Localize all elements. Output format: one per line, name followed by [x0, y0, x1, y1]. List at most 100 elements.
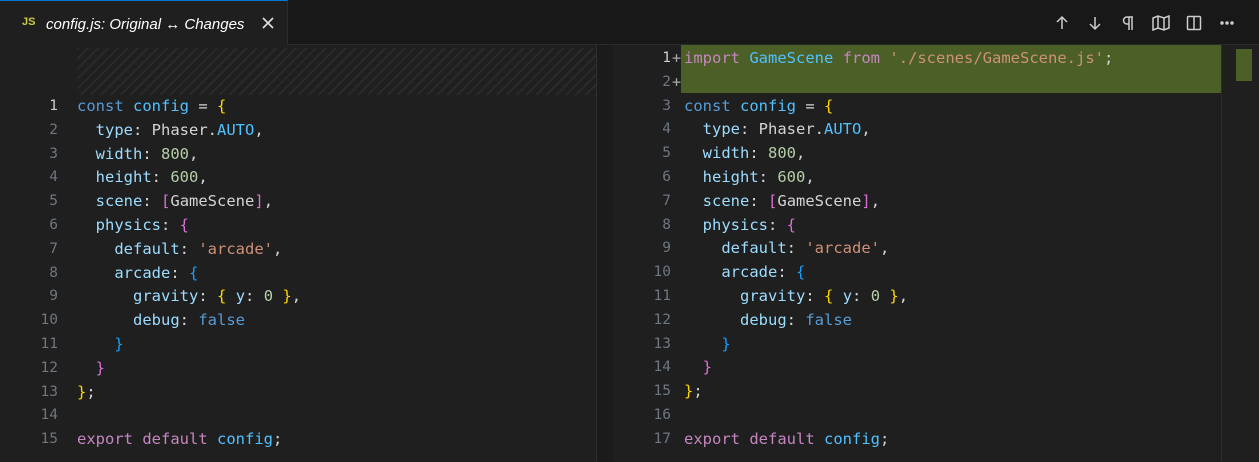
- more-icon[interactable]: [1212, 11, 1241, 35]
- code-text[interactable]: scene: [GameScene],: [77, 189, 273, 213]
- map-icon[interactable]: [1146, 11, 1175, 35]
- code-token: }: [282, 287, 292, 306]
- code-text[interactable]: width: 800,: [684, 141, 806, 165]
- code-text[interactable]: debug: false: [684, 308, 852, 332]
- line-number: 1: [49, 98, 58, 114]
- code-token: }: [702, 358, 713, 377]
- code-token: config: [824, 429, 881, 448]
- code-token: }: [721, 334, 731, 353]
- code-text[interactable]: arcade: {: [684, 260, 805, 284]
- code-text[interactable]: height: 600,: [684, 165, 815, 189]
- line-number: 17: [653, 430, 671, 447]
- tab-config-diff[interactable]: JS config.js: Original ↔ Changes: [0, 0, 288, 45]
- code-token: type: [702, 120, 740, 139]
- arrow-down-icon[interactable]: [1080, 11, 1109, 35]
- close-icon[interactable]: [258, 13, 278, 33]
- code-text[interactable]: physics: {: [684, 213, 796, 237]
- code-text[interactable]: arcade: {: [77, 261, 198, 285]
- arrow-up-icon[interactable]: [1047, 11, 1076, 35]
- code-text[interactable]: }: [77, 356, 105, 380]
- code-line: 8 physics: {: [613, 213, 1259, 237]
- code-token: config: [133, 97, 190, 115]
- code-token: config: [217, 430, 274, 449]
- code-line: 13};: [0, 380, 613, 404]
- code-line: 6 height: 600,: [613, 165, 1259, 189]
- removed-region-placeholder: [77, 48, 612, 95]
- code-token: default: [142, 430, 208, 449]
- code-text[interactable]: }: [77, 332, 123, 356]
- code-text[interactable]: };: [77, 380, 96, 404]
- code-text[interactable]: default: 'arcade',: [684, 236, 889, 260]
- code-text[interactable]: default: 'arcade',: [77, 237, 282, 261]
- code-text[interactable]: }: [684, 355, 712, 379]
- pilcrow-icon[interactable]: [1113, 11, 1142, 35]
- code-token: ,: [198, 168, 208, 187]
- code-token: :: [198, 287, 217, 306]
- code-token: =: [796, 96, 825, 115]
- code-token: :: [749, 144, 769, 163]
- code-token: y: [235, 287, 246, 306]
- code-text[interactable]: import GameScene from './scenes/GameScen…: [684, 46, 1113, 70]
- code-text[interactable]: const config = {: [684, 94, 833, 118]
- code-line: 2 type: Phaser.AUTO,: [0, 118, 613, 142]
- line-number: 7: [49, 240, 58, 257]
- line-number: 15: [40, 431, 58, 448]
- line-number: 2: [662, 73, 671, 90]
- code-token: ,: [805, 168, 815, 186]
- code-text[interactable]: export default config;: [684, 427, 889, 451]
- code-token: './scenes/GameScene.js': [889, 49, 1104, 67]
- code-text[interactable]: const config = {: [77, 94, 226, 118]
- code-text[interactable]: }: [684, 332, 731, 356]
- code-text[interactable]: scene: [GameScene],: [684, 189, 880, 213]
- split-editor-icon[interactable]: [1179, 11, 1208, 35]
- code-text[interactable]: gravity: { y: 0 },: [77, 284, 301, 308]
- code-token: }: [684, 382, 694, 401]
- code-token: width: [702, 144, 750, 163]
- code-token: 800: [161, 144, 190, 163]
- code-token: :: [142, 144, 162, 163]
- code-text[interactable]: width: 800,: [77, 142, 199, 166]
- pane-divider-sash[interactable]: [596, 45, 613, 462]
- code-token: :: [179, 311, 199, 330]
- code-line: 15};: [613, 379, 1259, 403]
- code-token: export: [684, 429, 740, 448]
- code-token: ,: [861, 120, 871, 139]
- code-text[interactable]: type: Phaser.AUTO,: [684, 117, 871, 141]
- code-line: 1 + import GameScene from './scenes/GameSc…: [613, 46, 1259, 70]
- line-number: 11: [40, 336, 58, 352]
- code-text[interactable]: type: Phaser.AUTO,: [77, 118, 264, 142]
- code-text[interactable]: debug: false: [77, 308, 245, 332]
- code-text[interactable]: export default config;: [77, 427, 282, 451]
- code-line: 16: [613, 403, 1259, 427]
- original-editor-pane[interactable]: 1 const config = {2 type: Phaser.AUTO, 3 w…: [0, 45, 613, 462]
- code-line: 15 export default config;: [0, 427, 613, 451]
- line-number: 9: [49, 288, 58, 305]
- added-line-marker: +: [672, 49, 682, 67]
- code-token: : Phaser.: [133, 120, 217, 139]
- code-text[interactable]: height: 600,: [77, 165, 208, 189]
- code-token: ,: [272, 239, 283, 258]
- code-token: 0: [263, 287, 274, 306]
- line-number: 15: [653, 383, 671, 400]
- line-number: 12: [653, 311, 671, 328]
- line-number: 12: [40, 359, 58, 376]
- code-token: scene: [95, 192, 143, 211]
- code-text[interactable]: gravity: { y: 0 },: [684, 284, 908, 308]
- code-token: arcade: [114, 263, 171, 282]
- code-text[interactable]: };: [684, 379, 703, 403]
- code-token: debug: [133, 311, 180, 330]
- modified-editor-pane[interactable]: 1 + import GameScene from './scenes/GameSc…: [613, 45, 1259, 462]
- line-number: 6: [49, 217, 58, 233]
- code-token: default: [114, 239, 180, 258]
- code-text[interactable]: physics: {: [77, 213, 189, 237]
